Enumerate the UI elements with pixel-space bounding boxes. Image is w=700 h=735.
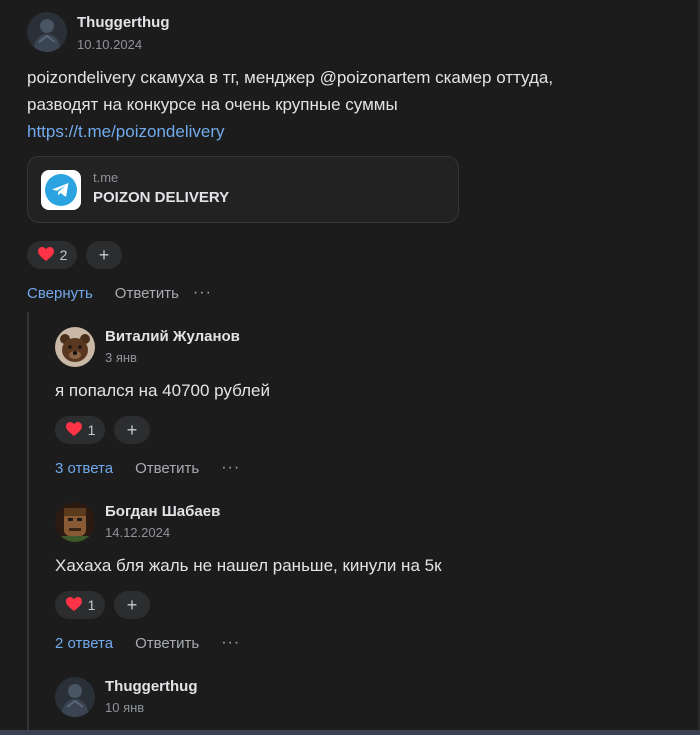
show-replies-link[interactable]: 2 ответа bbox=[55, 635, 113, 652]
add-reaction-button[interactable]: + bbox=[114, 591, 150, 619]
reply-date[interactable]: 3 янв bbox=[105, 350, 137, 365]
post-link[interactable]: https://t.me/poizondelivery bbox=[27, 119, 224, 145]
add-reaction-button[interactable]: + bbox=[114, 416, 150, 444]
like-button[interactable]: 2 bbox=[27, 241, 77, 269]
like-count: 1 bbox=[87, 597, 96, 613]
avatar[interactable] bbox=[55, 327, 95, 367]
like-button[interactable]: 1 bbox=[55, 416, 105, 444]
card-title: POIZON DELIVERY bbox=[93, 189, 230, 206]
reply-author[interactable]: Thuggerthug bbox=[105, 678, 197, 695]
show-replies-link[interactable]: 3 ответа bbox=[55, 460, 113, 477]
heart-icon bbox=[65, 596, 83, 615]
bottom-bar bbox=[0, 730, 700, 735]
reply-date[interactable]: 14.12.2024 bbox=[105, 525, 170, 540]
avatar[interactable] bbox=[55, 502, 95, 542]
post-text-line2: разводят на конкурсе на очень крупные су… bbox=[27, 95, 398, 114]
collapse-button[interactable]: Свернуть bbox=[27, 285, 93, 302]
more-icon[interactable]: ··· bbox=[193, 284, 212, 302]
avatar[interactable] bbox=[55, 677, 95, 717]
avatar[interactable] bbox=[27, 12, 67, 52]
like-button[interactable]: 1 bbox=[55, 591, 105, 619]
comments-panel: Thuggerthug 10.10.2024 poizondelivery ск… bbox=[0, 0, 700, 735]
telegram-icon bbox=[41, 170, 81, 210]
reply-button[interactable]: Ответить bbox=[135, 635, 199, 652]
reply-author[interactable]: Виталий Жуланов bbox=[105, 328, 240, 345]
post-text-line1: poizondelivery скамуха в тг, менджер @po… bbox=[27, 68, 554, 87]
link-preview-card[interactable]: t.me POIZON DELIVERY bbox=[27, 156, 459, 223]
plus-icon: + bbox=[126, 595, 138, 615]
reply-text: Хахаха бля жаль не нашел раньше, кинули … bbox=[55, 556, 442, 575]
card-domain: t.me bbox=[93, 170, 119, 185]
heart-icon bbox=[65, 421, 83, 440]
more-icon[interactable]: ··· bbox=[221, 459, 240, 477]
reply-author[interactable]: Богдан Шабаев bbox=[105, 503, 220, 520]
like-count: 1 bbox=[87, 422, 96, 438]
reply-text: я попался на 40700 рублей bbox=[55, 381, 270, 400]
plus-icon: + bbox=[98, 245, 110, 265]
reply-button[interactable]: Ответить bbox=[135, 460, 199, 477]
thread-line bbox=[27, 312, 29, 730]
add-reaction-button[interactable]: + bbox=[86, 241, 122, 269]
plus-icon: + bbox=[126, 420, 138, 440]
like-count: 2 bbox=[59, 247, 68, 263]
reply-date[interactable]: 10 янв bbox=[105, 700, 144, 715]
reply-button[interactable]: Ответить bbox=[115, 285, 179, 302]
more-icon[interactable]: ··· bbox=[221, 634, 240, 652]
post-date[interactable]: 10.10.2024 bbox=[77, 37, 142, 52]
post-author[interactable]: Thuggerthug bbox=[77, 14, 169, 31]
heart-icon bbox=[37, 246, 55, 265]
